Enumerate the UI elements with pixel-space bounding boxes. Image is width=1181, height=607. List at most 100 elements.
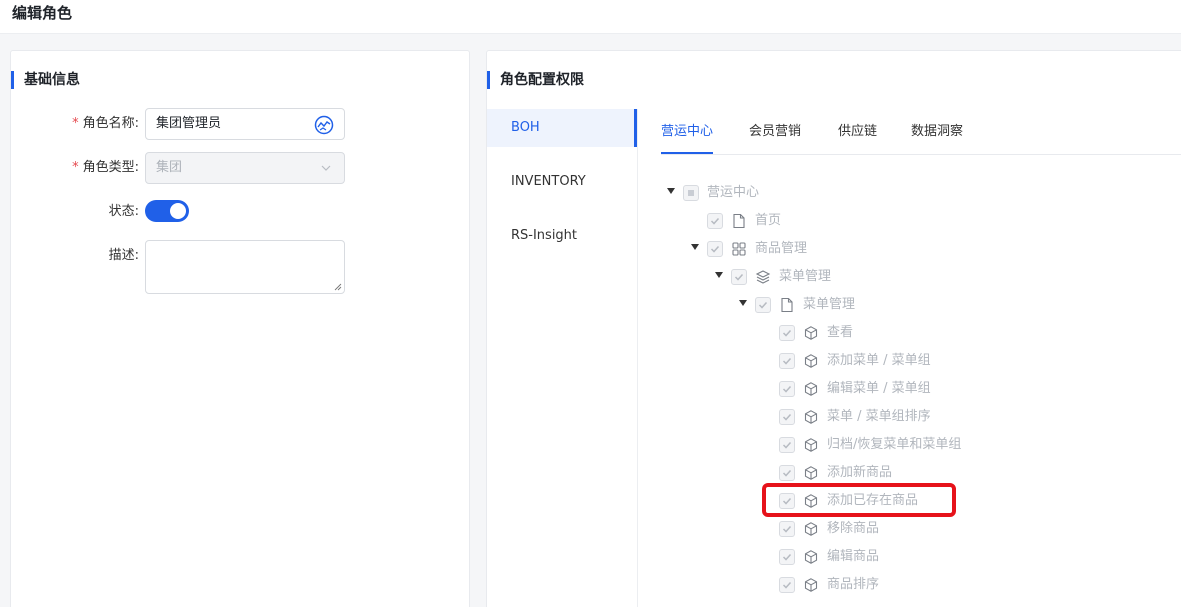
role-type-label-text: 角色类型: (82, 160, 139, 175)
tree-checkbox[interactable] (779, 549, 795, 565)
tree-node-label: 编辑商品 (827, 549, 880, 564)
tree-node[interactable]: 归档/恢复菜单和菜单组 (663, 431, 1063, 459)
check-icon (782, 469, 792, 477)
role-name-input[interactable]: 集团管理员 (145, 108, 345, 140)
tree-node-label: 编辑菜单 / 菜单组 (827, 381, 931, 396)
check-icon (782, 385, 792, 393)
file-icon (781, 297, 793, 313)
grid-icon (732, 242, 746, 256)
system-side-menu: BOH INVENTORY RS-Insight (487, 109, 637, 271)
tree-checkbox[interactable] (779, 577, 795, 593)
check-icon (782, 553, 792, 561)
tree-checkbox[interactable] (707, 213, 723, 229)
tab-data-insight[interactable]: 数据洞察 (911, 117, 963, 154)
cube-icon (804, 410, 818, 424)
side-item-boh[interactable]: BOH (487, 109, 637, 147)
tree-node-label: 添加菜单 / 菜单组 (827, 353, 931, 368)
required-mark: * (72, 116, 79, 131)
tab-member-marketing[interactable]: 会员营销 (749, 117, 801, 154)
tree-node-label: 商品管理 (755, 241, 808, 256)
check-icon (782, 525, 792, 533)
description-label: 描述: (108, 248, 139, 263)
check-icon (782, 441, 792, 449)
tree-node-label: 查看 (827, 325, 854, 340)
cube-icon (804, 578, 818, 592)
description-row: 描述: (11, 240, 471, 294)
check-icon (782, 581, 792, 589)
cube-icon (804, 382, 818, 396)
toggle-knob (170, 203, 186, 219)
resize-handle-icon[interactable] (334, 283, 342, 291)
tree-checkbox[interactable] (779, 521, 795, 537)
check-icon (782, 329, 792, 337)
tree-node[interactable]: 移除商品 (663, 515, 1063, 543)
tree-node-label: 移除商品 (827, 521, 880, 536)
role-name-label: * 角色名称: (72, 108, 139, 140)
caret-down-icon[interactable] (739, 300, 747, 306)
tree-checkbox[interactable] (731, 269, 747, 285)
edit-role-page: 编辑角色 基础信息 * 角色名称: 集团管理员 * 角色类型: 集团 状态: 描… (0, 0, 1181, 607)
status-toggle[interactable] (145, 200, 189, 222)
tree-node-label: 菜单管理 (803, 297, 856, 312)
cube-icon (804, 522, 818, 536)
cube-icon (804, 550, 818, 564)
status-label: 状态: (108, 204, 139, 219)
chevron-down-icon (321, 165, 331, 171)
side-item-rs-insight[interactable]: RS-Insight (487, 217, 637, 271)
caret-down-icon[interactable] (691, 244, 699, 250)
tree-checkbox[interactable] (779, 465, 795, 481)
check-icon (710, 245, 720, 253)
tree-checkbox[interactable] (683, 185, 699, 201)
tab-supply-chain[interactable]: 供应链 (838, 117, 877, 154)
tree-checkbox[interactable] (707, 241, 723, 257)
tree-node[interactable]: 编辑菜单 / 菜单组 (663, 375, 1063, 403)
file-icon (733, 213, 745, 229)
translate-globe-icon[interactable] (314, 115, 334, 135)
role-type-label: * 角色类型: (72, 152, 139, 184)
role-type-select[interactable]: 集团 (145, 152, 345, 184)
tree-checkbox[interactable] (779, 437, 795, 453)
tree-node-label: 菜单 / 菜单组排序 (827, 409, 931, 424)
basic-info-title: 基础信息 (11, 71, 80, 89)
caret-down-icon[interactable] (667, 188, 675, 194)
tree-checkbox[interactable] (779, 409, 795, 425)
caret-down-icon[interactable] (715, 272, 723, 278)
tree-checkbox[interactable] (779, 353, 795, 369)
check-icon (782, 357, 792, 365)
indeterminate-mark (688, 190, 694, 196)
cube-icon (804, 354, 818, 368)
status-row: 状态: (11, 196, 471, 228)
tree-checkbox[interactable] (755, 297, 771, 313)
tree-node[interactable]: 商品排序 (663, 571, 1063, 599)
highlight-box (762, 483, 956, 517)
layers-icon (755, 270, 771, 284)
tree-node[interactable]: 首页 (663, 207, 1063, 235)
description-textarea[interactable] (145, 240, 345, 294)
tree-node[interactable]: 菜单管理 (663, 263, 1063, 291)
tree-node[interactable]: 营运中心 (663, 179, 1063, 207)
tree-node-label: 商品排序 (827, 577, 880, 592)
tree-node-label: 菜单管理 (779, 269, 832, 284)
side-divider (637, 109, 638, 607)
tree-node[interactable]: 查看 (663, 319, 1063, 347)
check-icon (782, 413, 792, 421)
tree-node[interactable]: 菜单管理 (663, 291, 1063, 319)
tree-node[interactable]: 编辑商品 (663, 543, 1063, 571)
tree-node[interactable]: 商品管理 (663, 235, 1063, 263)
tree-checkbox[interactable] (779, 325, 795, 341)
tree-node[interactable]: 菜单 / 菜单组排序 (663, 403, 1063, 431)
tree-node[interactable]: 添加菜单 / 菜单组 (663, 347, 1063, 375)
check-icon (710, 217, 720, 225)
tab-operations[interactable]: 营运中心 (661, 117, 714, 154)
permission-title: 角色配置权限 (487, 71, 584, 89)
tree-checkbox[interactable] (779, 381, 795, 397)
tree-node-label: 营运中心 (707, 185, 760, 200)
module-tabs: 营运中心 会员营销 供应链 数据洞察 (661, 117, 1181, 155)
role-name-value: 集团管理员 (156, 116, 222, 131)
role-type-row: * 角色类型: 集团 (11, 152, 471, 184)
side-item-inventory[interactable]: INVENTORY (487, 163, 637, 217)
role-name-label-text: 角色名称: (82, 116, 139, 131)
cube-icon (804, 466, 818, 480)
check-icon (758, 301, 768, 309)
role-type-value: 集团 (156, 160, 183, 175)
